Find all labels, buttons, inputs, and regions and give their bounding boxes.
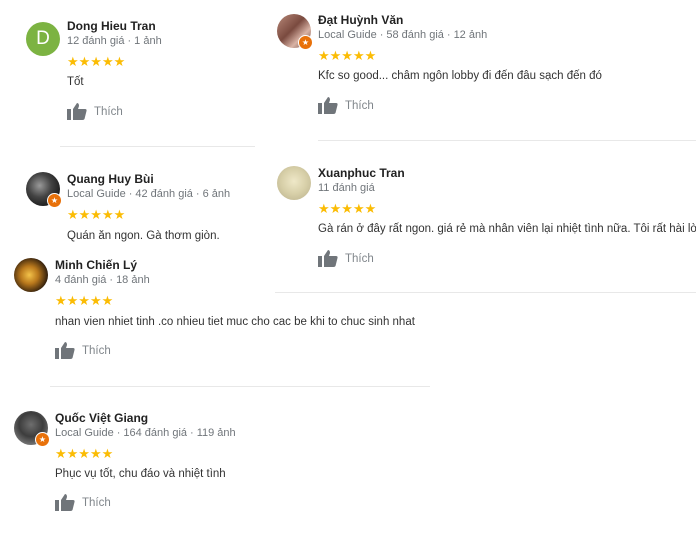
avatar-photo bbox=[277, 166, 311, 200]
reviewer-meta: 4 đánh giá · 18 ảnh bbox=[55, 274, 150, 286]
reviewer-meta: Local Guide · 164 đánh giá · 119 ảnh bbox=[55, 427, 236, 439]
review-text: Quán ăn ngon. Gà thơm giòn. bbox=[67, 230, 220, 242]
divider bbox=[318, 140, 696, 141]
local-guide-label: Local Guide bbox=[55, 427, 114, 439]
review-text: Gà rán ở đây rất ngon. giá rẻ mà nhân vi… bbox=[318, 223, 696, 235]
local-guide-label: Local Guide bbox=[318, 29, 377, 41]
photo-count: 1 ảnh bbox=[134, 35, 162, 47]
like-button[interactable]: Thích bbox=[318, 250, 374, 267]
thumbs-up-icon bbox=[318, 97, 338, 114]
reviewer-meta: Local Guide · 42 đánh giá · 6 ảnh bbox=[67, 188, 231, 200]
reviewer-name[interactable]: Quang Huy Bùi bbox=[67, 172, 154, 186]
reviewer-name[interactable]: Dong Hieu Tran bbox=[67, 19, 156, 33]
like-button[interactable]: Thích bbox=[55, 494, 111, 511]
review-count: 58 đánh giá bbox=[386, 29, 444, 41]
review-count: 12 đánh giá bbox=[67, 35, 125, 47]
review-text: Kfc so good... châm ngôn lobby đi đến đâ… bbox=[318, 70, 602, 82]
divider bbox=[50, 386, 430, 387]
star-rating: ★★★★★ bbox=[67, 207, 126, 222]
like-label: Thích bbox=[345, 99, 374, 112]
like-label: Thích bbox=[345, 252, 374, 265]
review-count: 4 đánh giá bbox=[55, 274, 107, 286]
local-guide-badge-icon: ★ bbox=[47, 193, 62, 208]
like-button[interactable]: Thích bbox=[55, 342, 111, 359]
review-count: 42 đánh giá bbox=[135, 188, 193, 200]
avatar[interactable]: ★ bbox=[14, 411, 50, 447]
review-count: 164 đánh giá bbox=[123, 427, 188, 439]
reviewer-name[interactable]: Đạt Huỳnh Văn bbox=[318, 13, 403, 27]
avatar[interactable]: D bbox=[26, 22, 60, 56]
star-rating: ★★★★★ bbox=[318, 48, 377, 63]
local-guide-badge-icon: ★ bbox=[35, 432, 50, 447]
like-label: Thích bbox=[94, 105, 123, 118]
divider bbox=[60, 146, 255, 147]
review-text: nhan vien nhiet tinh .co nhieu tiet muc … bbox=[55, 316, 415, 328]
avatar[interactable]: ★ bbox=[277, 14, 313, 50]
avatar[interactable] bbox=[277, 166, 311, 200]
avatar[interactable] bbox=[14, 258, 48, 292]
photo-count: 119 ảnh bbox=[196, 427, 236, 439]
avatar[interactable]: ★ bbox=[26, 172, 62, 208]
reviewer-name[interactable]: Quốc Việt Giang bbox=[55, 411, 148, 425]
like-button[interactable]: Thích bbox=[67, 103, 123, 120]
reviewer-meta: Local Guide · 58 đánh giá · 12 ảnh bbox=[318, 29, 488, 41]
reviewer-name[interactable]: Minh Chiến Lý bbox=[55, 258, 137, 272]
thumbs-up-icon bbox=[67, 103, 87, 120]
local-guide-label: Local Guide bbox=[67, 188, 126, 200]
thumbs-up-icon bbox=[55, 494, 75, 511]
like-label: Thích bbox=[82, 344, 111, 357]
reviewer-meta: 12 đánh giá · 1 ảnh bbox=[67, 35, 162, 47]
photo-count: 18 ảnh bbox=[116, 274, 150, 286]
avatar-letter: D bbox=[26, 22, 60, 56]
local-guide-badge-icon: ★ bbox=[298, 35, 313, 50]
photo-count: 6 ảnh bbox=[202, 188, 231, 200]
avatar-photo bbox=[14, 258, 48, 292]
photo-count: 12 ảnh bbox=[453, 29, 488, 41]
review-text: Tốt bbox=[67, 76, 84, 88]
star-rating: ★★★★★ bbox=[67, 54, 126, 69]
star-rating: ★★★★★ bbox=[318, 201, 377, 216]
review-text: Phục vụ tốt, chu đáo và nhiệt tình bbox=[55, 468, 226, 480]
thumbs-up-icon bbox=[318, 250, 338, 267]
star-rating: ★★★★★ bbox=[55, 446, 114, 461]
divider bbox=[275, 292, 696, 293]
thumbs-up-icon bbox=[55, 342, 75, 359]
like-label: Thích bbox=[82, 496, 111, 509]
like-button[interactable]: Thích bbox=[318, 97, 374, 114]
reviewer-meta: 11 đánh giá bbox=[318, 182, 375, 194]
reviewer-name[interactable]: Xuanphuc Tran bbox=[318, 166, 405, 180]
review-count: 11 đánh giá bbox=[318, 182, 375, 194]
star-rating: ★★★★★ bbox=[55, 293, 114, 308]
